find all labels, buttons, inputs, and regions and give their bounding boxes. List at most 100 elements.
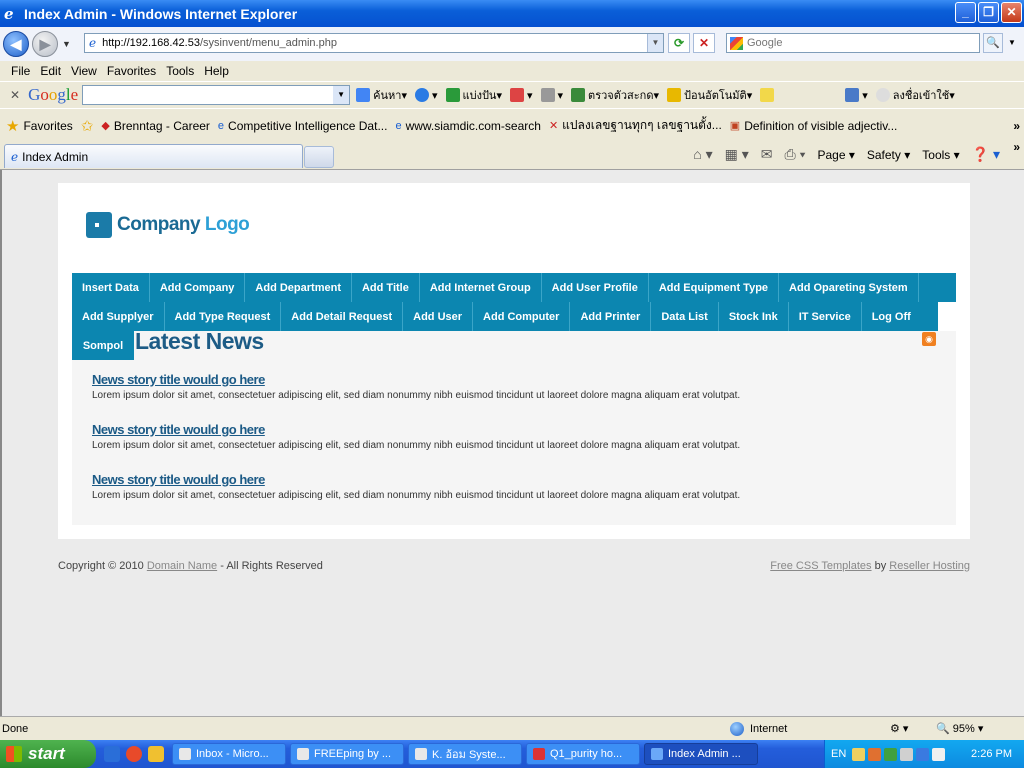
nav-data-list[interactable]: Data List <box>651 302 719 331</box>
new-tab-button[interactable] <box>304 146 334 168</box>
feeds-icon[interactable]: ▦ ▾ <box>725 146 749 163</box>
chevron-more-icon[interactable]: » <box>1013 119 1020 133</box>
news-title-link[interactable]: News story title would go here <box>92 422 740 437</box>
close-button[interactable]: ✕ <box>1001 2 1022 23</box>
tools-menu[interactable]: Tools ▾ <box>922 148 959 162</box>
chrome-quicklaunch-icon[interactable] <box>126 746 142 762</box>
tray-app-icon[interactable] <box>932 747 946 761</box>
menu-tools[interactable]: Tools <box>161 64 199 78</box>
google-search-button[interactable]: ค้นหา ▾ <box>356 86 407 104</box>
menu-file[interactable]: File <box>6 64 35 78</box>
news-title-link[interactable]: News story title would go here <box>92 472 740 487</box>
news-item: News story title would go here Lorem ips… <box>92 472 740 501</box>
tray-app-icon[interactable] <box>884 747 898 761</box>
nav-stock-ink[interactable]: Stock Ink <box>719 302 789 331</box>
domain-name-link[interactable]: Domain Name <box>147 560 217 572</box>
stop-button[interactable]: ✕ <box>693 33 715 53</box>
reseller-hosting-link[interactable]: Reseller Hosting <box>889 560 970 572</box>
keyboard-button[interactable]: ▾ <box>540 88 563 102</box>
menu-help[interactable]: Help <box>199 64 234 78</box>
taskbar-system[interactable]: K. อ้อม Syste... <box>408 743 522 765</box>
nav-add-printer[interactable]: Add Printer <box>570 302 652 331</box>
spellcheck-button[interactable]: ตรวจตัวสะกด ▾ <box>571 86 659 104</box>
search-input[interactable]: Google <box>726 33 980 53</box>
nav-insert-data[interactable]: Insert Data <box>72 273 150 302</box>
nav-it-service[interactable]: IT Service <box>789 302 862 331</box>
free-css-templates-link[interactable]: Free CSS Templates <box>770 560 871 572</box>
safety-menu[interactable]: Safety ▾ <box>867 148 910 162</box>
taskbar-index-admin[interactable]: Index Admin ... <box>644 743 758 765</box>
favorite-link-competitive[interactable]: e Competitive Intelligence Dat... <box>218 119 388 133</box>
search-options-icon[interactable]: ▼ <box>1005 33 1019 53</box>
settings-wrench-button[interactable]: ▾ <box>845 88 868 102</box>
highlight-button[interactable] <box>760 88 777 102</box>
share-button[interactable]: แบ่งปัน ▾ <box>445 86 502 104</box>
nav-add-operating-system[interactable]: Add Opareting System <box>779 273 919 302</box>
nav-add-company[interactable]: Add Company <box>150 273 246 302</box>
nav-add-department[interactable]: Add Department <box>245 273 352 302</box>
favorite-link-definition[interactable]: ▣ Definition of visible adjectiv... <box>730 119 898 133</box>
refresh-button[interactable]: ⟳ <box>668 33 690 53</box>
taskbar-q1-purity[interactable]: Q1_purity ho... <box>526 743 640 765</box>
outlook-quicklaunch-icon[interactable] <box>148 746 164 762</box>
protected-mode-icon[interactable]: ⚙ ▾ <box>890 722 908 735</box>
taskbar-inbox[interactable]: Inbox - Micro... <box>172 743 286 765</box>
start-button[interactable]: start <box>0 740 96 768</box>
help-icon[interactable]: ❓ ▾ <box>972 146 1000 163</box>
tray-app-icon[interactable] <box>900 747 914 761</box>
google-search-input[interactable]: ▼ <box>82 85 351 105</box>
minimize-button[interactable]: _ <box>955 2 976 23</box>
menu-edit[interactable]: Edit <box>35 64 66 78</box>
popup-blocker-button[interactable]: ▾ <box>509 88 533 102</box>
quick-launch <box>104 746 164 762</box>
google-dropdown-icon[interactable]: ▼ <box>333 86 350 104</box>
chevron-more-icon[interactable]: » <box>1013 140 1020 154</box>
nav-add-title[interactable]: Add Title <box>352 273 420 302</box>
tray-app-icon[interactable] <box>868 747 882 761</box>
forward-button[interactable]: ▶ <box>32 31 58 57</box>
ie-quicklaunch-icon[interactable] <box>104 746 120 762</box>
tray-app-icon[interactable] <box>916 747 930 761</box>
nav-add-user[interactable]: Add User <box>403 302 474 331</box>
address-bar[interactable]: e http://192.168.42.53/sysinvent/menu_ad… <box>84 33 664 53</box>
nav-add-supplier[interactable]: Add Supplyer <box>72 302 165 331</box>
favorite-link-converter[interactable]: ✕ แปลงเลขฐานทุกๆ เลขฐานตั้ง... <box>549 116 722 135</box>
nav-add-detail-request[interactable]: Add Detail Request <box>281 302 404 331</box>
back-button[interactable]: ◀ <box>3 31 29 57</box>
news-title-link[interactable]: News story title would go here <box>92 372 740 387</box>
nav-add-equipment-type[interactable]: Add Equipment Type <box>649 273 780 302</box>
nav-log-off[interactable]: Log Off <box>862 302 921 331</box>
favorite-link-siamdic[interactable]: e www.siamdic.com-search <box>395 119 541 133</box>
autofill-button[interactable]: ป้อนอัตโนมัติ ▾ <box>667 86 752 104</box>
sign-in-button[interactable]: ลงชื่อเข้าใช้ ▾ <box>875 86 955 104</box>
company-logo[interactable]: Company Logo <box>86 212 250 238</box>
nav-add-computer[interactable]: Add Computer <box>473 302 571 331</box>
favorite-link-brenntag[interactable]: ◆ Brenntag - Career <box>101 119 210 133</box>
security-zone[interactable]: Internet <box>730 721 787 736</box>
tray-clock[interactable]: 2:26 PM <box>971 748 1012 760</box>
nav-add-internet-group[interactable]: Add Internet Group <box>420 273 542 302</box>
rss-icon[interactable]: ◉ <box>922 332 936 346</box>
page-menu[interactable]: Page ▾ <box>817 148 854 162</box>
history-dropdown[interactable]: ▼ <box>62 39 71 49</box>
taskbar-freeping[interactable]: FREEping by ... <box>290 743 404 765</box>
menu-view[interactable]: View <box>66 64 102 78</box>
plus-button[interactable]: ▾ <box>414 88 438 102</box>
tab-index-admin[interactable]: e Index Admin <box>4 144 303 168</box>
favorites-button[interactable]: Favorites <box>23 119 72 133</box>
nav-add-type-request[interactable]: Add Type Request <box>165 302 282 331</box>
language-indicator[interactable]: EN <box>831 748 846 760</box>
add-favorite-icon[interactable]: ✩ <box>81 117 94 135</box>
nav-user-sompol[interactable]: Sompol <box>72 331 134 360</box>
home-icon[interactable]: ⌂ ▾ <box>693 146 712 163</box>
address-dropdown-icon[interactable]: ▼ <box>647 34 663 52</box>
mail-icon[interactable]: ✉ <box>761 146 773 163</box>
print-icon[interactable]: ⎙ ▾ <box>785 146 806 163</box>
search-button[interactable]: 🔍 <box>983 33 1003 53</box>
zoom-control[interactable]: 🔍 95% ▾ <box>936 722 983 735</box>
maximize-button[interactable]: ❐ <box>978 2 999 23</box>
close-toolbar-icon[interactable]: ✕ <box>10 88 20 102</box>
nav-add-user-profile[interactable]: Add User Profile <box>542 273 649 302</box>
menu-favorites[interactable]: Favorites <box>102 64 161 78</box>
tray-app-icon[interactable] <box>852 747 866 761</box>
